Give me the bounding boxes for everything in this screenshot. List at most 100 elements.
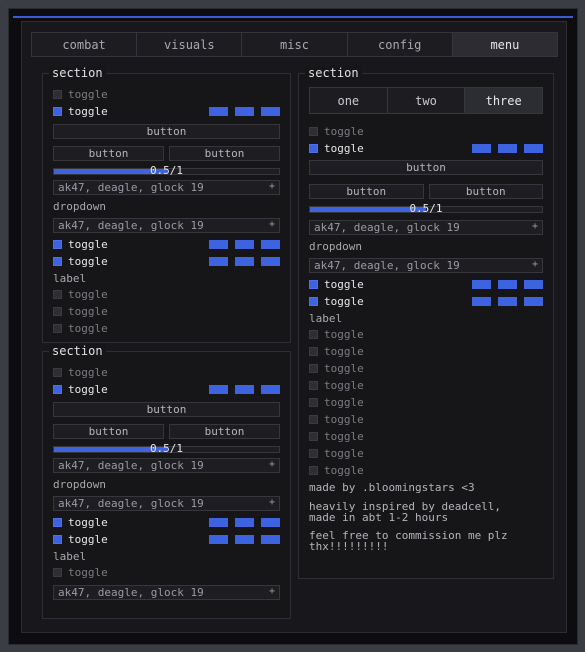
checkbox[interactable] <box>53 257 62 266</box>
tab-combat[interactable]: combat <box>32 33 138 56</box>
toggle-row[interactable]: toggle <box>309 276 543 293</box>
color-picker[interactable] <box>235 107 254 116</box>
color-picker[interactable] <box>524 144 543 153</box>
color-picker[interactable] <box>261 240 280 249</box>
checkbox[interactable] <box>309 466 318 475</box>
toggle-row[interactable]: toggle <box>53 86 280 103</box>
toggle-row[interactable]: toggle <box>53 381 280 398</box>
dropdown[interactable]: ak47, deagle, glock 19 + <box>309 258 543 273</box>
toggle-row[interactable]: toggle <box>309 377 543 394</box>
checkbox[interactable] <box>309 127 318 136</box>
dropdown[interactable]: ak47, deagle, glock 19 + <box>53 496 280 511</box>
button[interactable]: button <box>169 146 280 161</box>
color-picker[interactable] <box>235 385 254 394</box>
checkbox[interactable] <box>309 280 318 289</box>
button[interactable]: button <box>309 160 543 175</box>
toggle-row[interactable]: toggle <box>309 293 543 310</box>
toggle-row[interactable]: toggle <box>309 411 543 428</box>
button[interactable]: button <box>53 424 164 439</box>
toggle-row[interactable]: toggle <box>53 514 280 531</box>
checkbox[interactable] <box>53 385 62 394</box>
toggle-row[interactable]: toggle <box>53 253 280 270</box>
color-picker[interactable] <box>261 535 280 544</box>
color-picker[interactable] <box>209 257 228 266</box>
color-picker[interactable] <box>498 297 517 306</box>
multi-dropdown[interactable]: ak47, deagle, glock 19 + <box>53 458 280 473</box>
color-picker[interactable] <box>472 144 491 153</box>
toggle-row[interactable]: toggle <box>53 286 280 303</box>
color-picker[interactable] <box>472 297 491 306</box>
checkbox[interactable] <box>53 568 62 577</box>
color-picker[interactable] <box>261 107 280 116</box>
checkbox[interactable] <box>309 381 318 390</box>
segment-three[interactable]: three <box>465 88 543 113</box>
toggle-row[interactable]: toggle <box>53 320 280 337</box>
color-picker[interactable] <box>235 257 254 266</box>
color-picker[interactable] <box>235 518 254 527</box>
toggle-row[interactable]: toggle <box>53 364 280 381</box>
color-picker[interactable] <box>209 107 228 116</box>
color-picker[interactable] <box>498 144 517 153</box>
multi-dropdown[interactable]: ak47, deagle, glock 19 + <box>53 180 280 195</box>
checkbox[interactable] <box>309 398 318 407</box>
toggle-row[interactable]: toggle <box>309 123 543 140</box>
toggle-row[interactable]: toggle <box>309 140 543 157</box>
segment-one[interactable]: one <box>310 88 388 113</box>
toggle-row[interactable]: toggle <box>53 303 280 320</box>
color-picker[interactable] <box>261 257 280 266</box>
toggle-row[interactable]: toggle <box>309 394 543 411</box>
checkbox[interactable] <box>53 324 62 333</box>
slider[interactable]: 0.5/1 <box>309 202 543 215</box>
tab-config[interactable]: config <box>348 33 453 56</box>
toggle-row[interactable]: toggle <box>309 428 543 445</box>
button[interactable]: button <box>53 124 280 139</box>
color-picker[interactable] <box>498 280 517 289</box>
toggle-row[interactable]: toggle <box>309 462 543 479</box>
button[interactable]: button <box>309 184 424 199</box>
checkbox[interactable] <box>309 449 318 458</box>
button[interactable]: button <box>53 402 280 417</box>
color-picker[interactable] <box>235 535 254 544</box>
toggle-row[interactable]: toggle <box>53 531 280 548</box>
checkbox[interactable] <box>309 432 318 441</box>
dropdown[interactable]: ak47, deagle, glock 19 + <box>53 585 280 600</box>
toggle-row[interactable]: toggle <box>53 103 280 120</box>
color-picker[interactable] <box>235 240 254 249</box>
tab-menu[interactable]: menu <box>452 33 558 56</box>
toggle-row[interactable]: toggle <box>309 445 543 462</box>
dropdown[interactable]: ak47, deagle, glock 19 + <box>53 218 280 233</box>
color-picker[interactable] <box>209 535 228 544</box>
checkbox[interactable] <box>53 368 62 377</box>
color-picker[interactable] <box>472 280 491 289</box>
toggle-row[interactable]: toggle <box>309 360 543 377</box>
toggle-row[interactable]: toggle <box>309 326 543 343</box>
checkbox[interactable] <box>309 415 318 424</box>
color-picker[interactable] <box>209 240 228 249</box>
button[interactable]: button <box>53 146 164 161</box>
tab-visuals[interactable]: visuals <box>137 33 243 56</box>
color-picker[interactable] <box>261 385 280 394</box>
checkbox[interactable] <box>309 347 318 356</box>
checkbox[interactable] <box>53 107 62 116</box>
color-picker[interactable] <box>209 518 228 527</box>
toggle-row[interactable]: toggle <box>53 564 280 581</box>
checkbox[interactable] <box>309 364 318 373</box>
checkbox[interactable] <box>53 518 62 527</box>
toggle-row[interactable]: toggle <box>309 343 543 360</box>
slider[interactable]: 0.5/1 <box>53 164 280 177</box>
tab-misc[interactable]: misc <box>242 33 348 56</box>
checkbox[interactable] <box>53 535 62 544</box>
button[interactable]: button <box>428 184 543 199</box>
checkbox[interactable] <box>53 290 62 299</box>
color-picker[interactable] <box>524 280 543 289</box>
color-picker[interactable] <box>261 518 280 527</box>
checkbox[interactable] <box>309 330 318 339</box>
checkbox[interactable] <box>309 144 318 153</box>
toggle-row[interactable]: toggle <box>53 236 280 253</box>
segment-two[interactable]: two <box>388 88 466 113</box>
color-picker[interactable] <box>209 385 228 394</box>
multi-dropdown[interactable]: ak47, deagle, glock 19 + <box>309 220 543 235</box>
checkbox[interactable] <box>53 90 62 99</box>
color-picker[interactable] <box>524 297 543 306</box>
checkbox[interactable] <box>53 240 62 249</box>
